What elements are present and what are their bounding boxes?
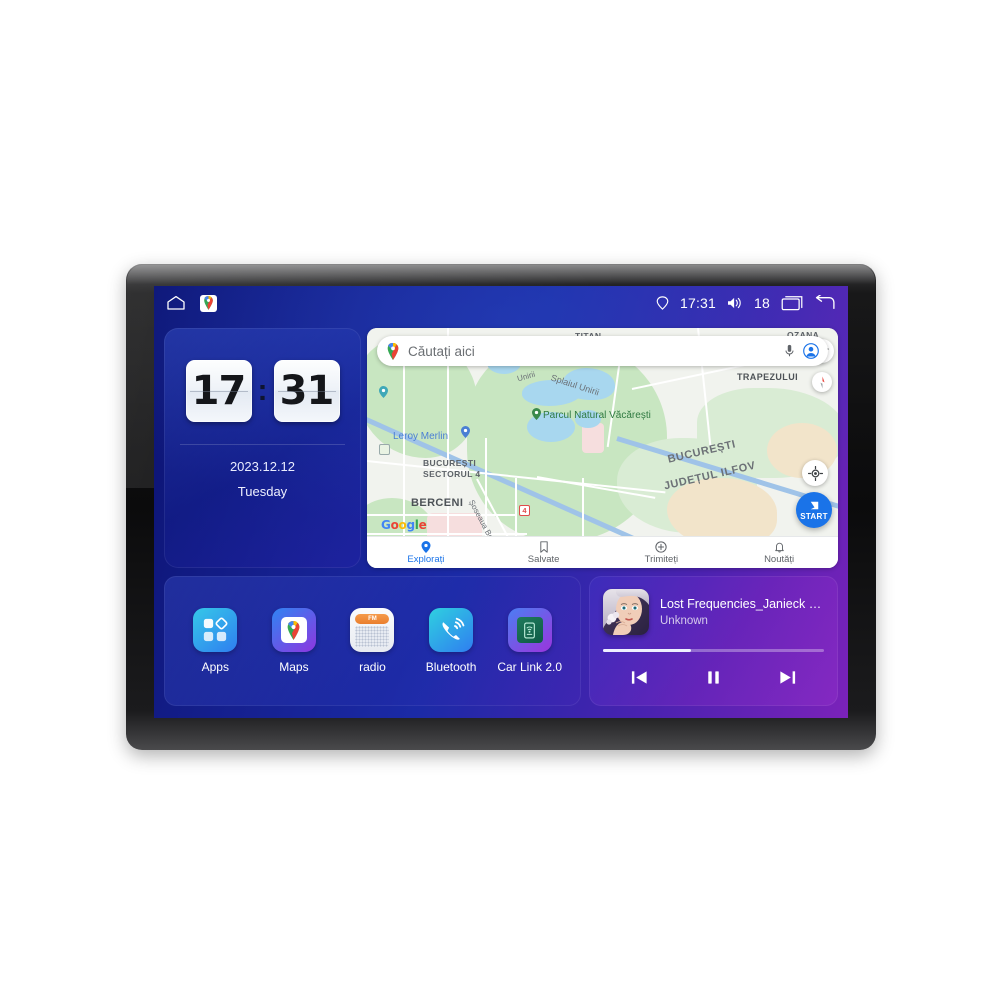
- map-nav-salvate[interactable]: Salvate: [485, 537, 603, 568]
- fm-radio-icon: FM: [350, 608, 395, 652]
- touchscreen-display[interactable]: 17:31 18 17: 31 2023.12.12 Tuesday OZAN…: [154, 286, 848, 718]
- map-nav-label: Noutăți: [764, 553, 795, 565]
- map-poi-pin-left[interactable]: [379, 385, 388, 403]
- music-player-widget[interactable]: Lost Frequencies_Janieck Devy-... Unknow…: [589, 576, 838, 706]
- map-bottom-nav[interactable]: Explorați Salvate Trimiteți Noutăți: [367, 536, 838, 568]
- dock-label: Maps: [279, 660, 309, 674]
- dock-item-radio[interactable]: FM radio: [336, 608, 408, 674]
- google-maps-pin-icon: [386, 342, 400, 360]
- start-label: START: [800, 512, 828, 521]
- map-label-sectorul-4: SECTORUL 4: [423, 469, 481, 479]
- dock-label: Car Link 2.0: [497, 660, 563, 674]
- track-title: Lost Frequencies_Janieck Devy-...: [660, 597, 824, 611]
- google-maps-shortcut-icon[interactable]: [200, 294, 217, 312]
- clock-separator: :: [257, 374, 268, 407]
- clock-date: 2023.12.12: [229, 459, 296, 474]
- search-input[interactable]: Căutați aici: [408, 344, 776, 359]
- dock-label: Bluetooth: [425, 660, 477, 674]
- bluetooth-phone-icon: [429, 608, 474, 652]
- map-label-berceni: BERCENI: [411, 497, 464, 509]
- play-pause-button[interactable]: [696, 665, 730, 689]
- car-head-unit-device-frame: 17:31 18 17: 31 2023.12.12 Tuesday OZAN…: [126, 264, 876, 750]
- clock-hours: 17: [185, 360, 252, 422]
- playback-progress-fill: [603, 649, 692, 652]
- dock-label: Apps: [201, 660, 229, 674]
- previous-track-button[interactable]: [623, 665, 657, 689]
- location-pin-icon: [656, 296, 669, 310]
- home-icon[interactable]: [166, 295, 186, 311]
- track-artist: Unknown: [660, 615, 708, 627]
- map-nav-noutati[interactable]: Noutăți: [720, 537, 838, 568]
- map-label-leroy-merlin: Leroy Merlin: [393, 431, 449, 442]
- contribute-plus-icon: [655, 540, 668, 553]
- navigation-arrow-icon: [808, 499, 821, 512]
- map-search-bar[interactable]: Căutați aici: [377, 336, 828, 366]
- dock-item-bluetooth[interactable]: Bluetooth: [415, 608, 487, 674]
- clock-day: Tuesday: [237, 484, 288, 499]
- music-controls: [603, 665, 824, 689]
- google-maps-icon: [271, 608, 316, 652]
- bell-icon: [774, 541, 785, 553]
- microphone-icon[interactable]: [784, 344, 795, 358]
- recents-icon[interactable]: [781, 295, 803, 311]
- apps-grid-icon: [193, 608, 238, 652]
- my-location-icon[interactable]: [802, 460, 828, 486]
- playback-progress-bar[interactable]: [603, 649, 824, 652]
- dock-item-apps[interactable]: Apps: [179, 608, 251, 674]
- next-track-button[interactable]: [770, 665, 804, 689]
- status-time: 17:31: [679, 295, 717, 311]
- back-arrow-icon[interactable]: [814, 295, 836, 311]
- clock-minutes: 31: [273, 360, 340, 422]
- explore-pin-icon: [421, 540, 431, 553]
- clock-divider: [180, 444, 345, 445]
- map-label-trapezului: TRAPEZULUI: [737, 372, 798, 382]
- map-label-parcul-natural-vacaresti: Parcul Natural Văcărești: [543, 410, 651, 421]
- map-poi-tile-store[interactable]: [379, 444, 390, 455]
- start-navigation-button[interactable]: START: [796, 492, 832, 528]
- map-nav-trimiteti[interactable]: Trimiteți: [603, 537, 721, 568]
- fm-badge: FM: [355, 613, 390, 624]
- album-art: [603, 589, 649, 635]
- map-poi-pin-park[interactable]: [532, 407, 541, 425]
- map-nav-label: Trimiteți: [644, 553, 679, 565]
- highway-shield-4: 4: [519, 505, 530, 516]
- account-avatar-icon[interactable]: [803, 343, 819, 359]
- map-nav-label: Explorați: [407, 553, 445, 565]
- volume-icon[interactable]: [727, 296, 743, 310]
- status-bar: 17:31 18: [154, 286, 848, 320]
- dock-item-maps[interactable]: Maps: [258, 608, 330, 674]
- app-dock: Apps Maps FM radio Bluetooth Car Link 2.…: [164, 576, 581, 706]
- google-attribution-logo: Google: [381, 518, 427, 532]
- dock-label: radio: [359, 660, 386, 674]
- map-nav-label: Salvate: [527, 553, 560, 565]
- map-nav-explorati[interactable]: Explorați: [367, 537, 485, 568]
- bookmark-icon: [539, 540, 549, 553]
- google-maps-widget[interactable]: TITAN OZANA TRAPEZULUI Unirii Splaiul Un…: [367, 328, 838, 568]
- flip-clock: 17 : 31: [164, 360, 361, 422]
- map-poi-pin-leroy-merlin[interactable]: [461, 425, 470, 443]
- car-link-icon: [507, 608, 552, 652]
- compass-icon[interactable]: [812, 372, 832, 392]
- clock-widget[interactable]: 17 : 31 2023.12.12 Tuesday: [164, 328, 361, 568]
- volume-level: 18: [754, 295, 770, 311]
- dock-item-car-link[interactable]: Car Link 2.0: [494, 608, 566, 674]
- map-label-bucuresti: BUCUREȘTI: [423, 458, 477, 468]
